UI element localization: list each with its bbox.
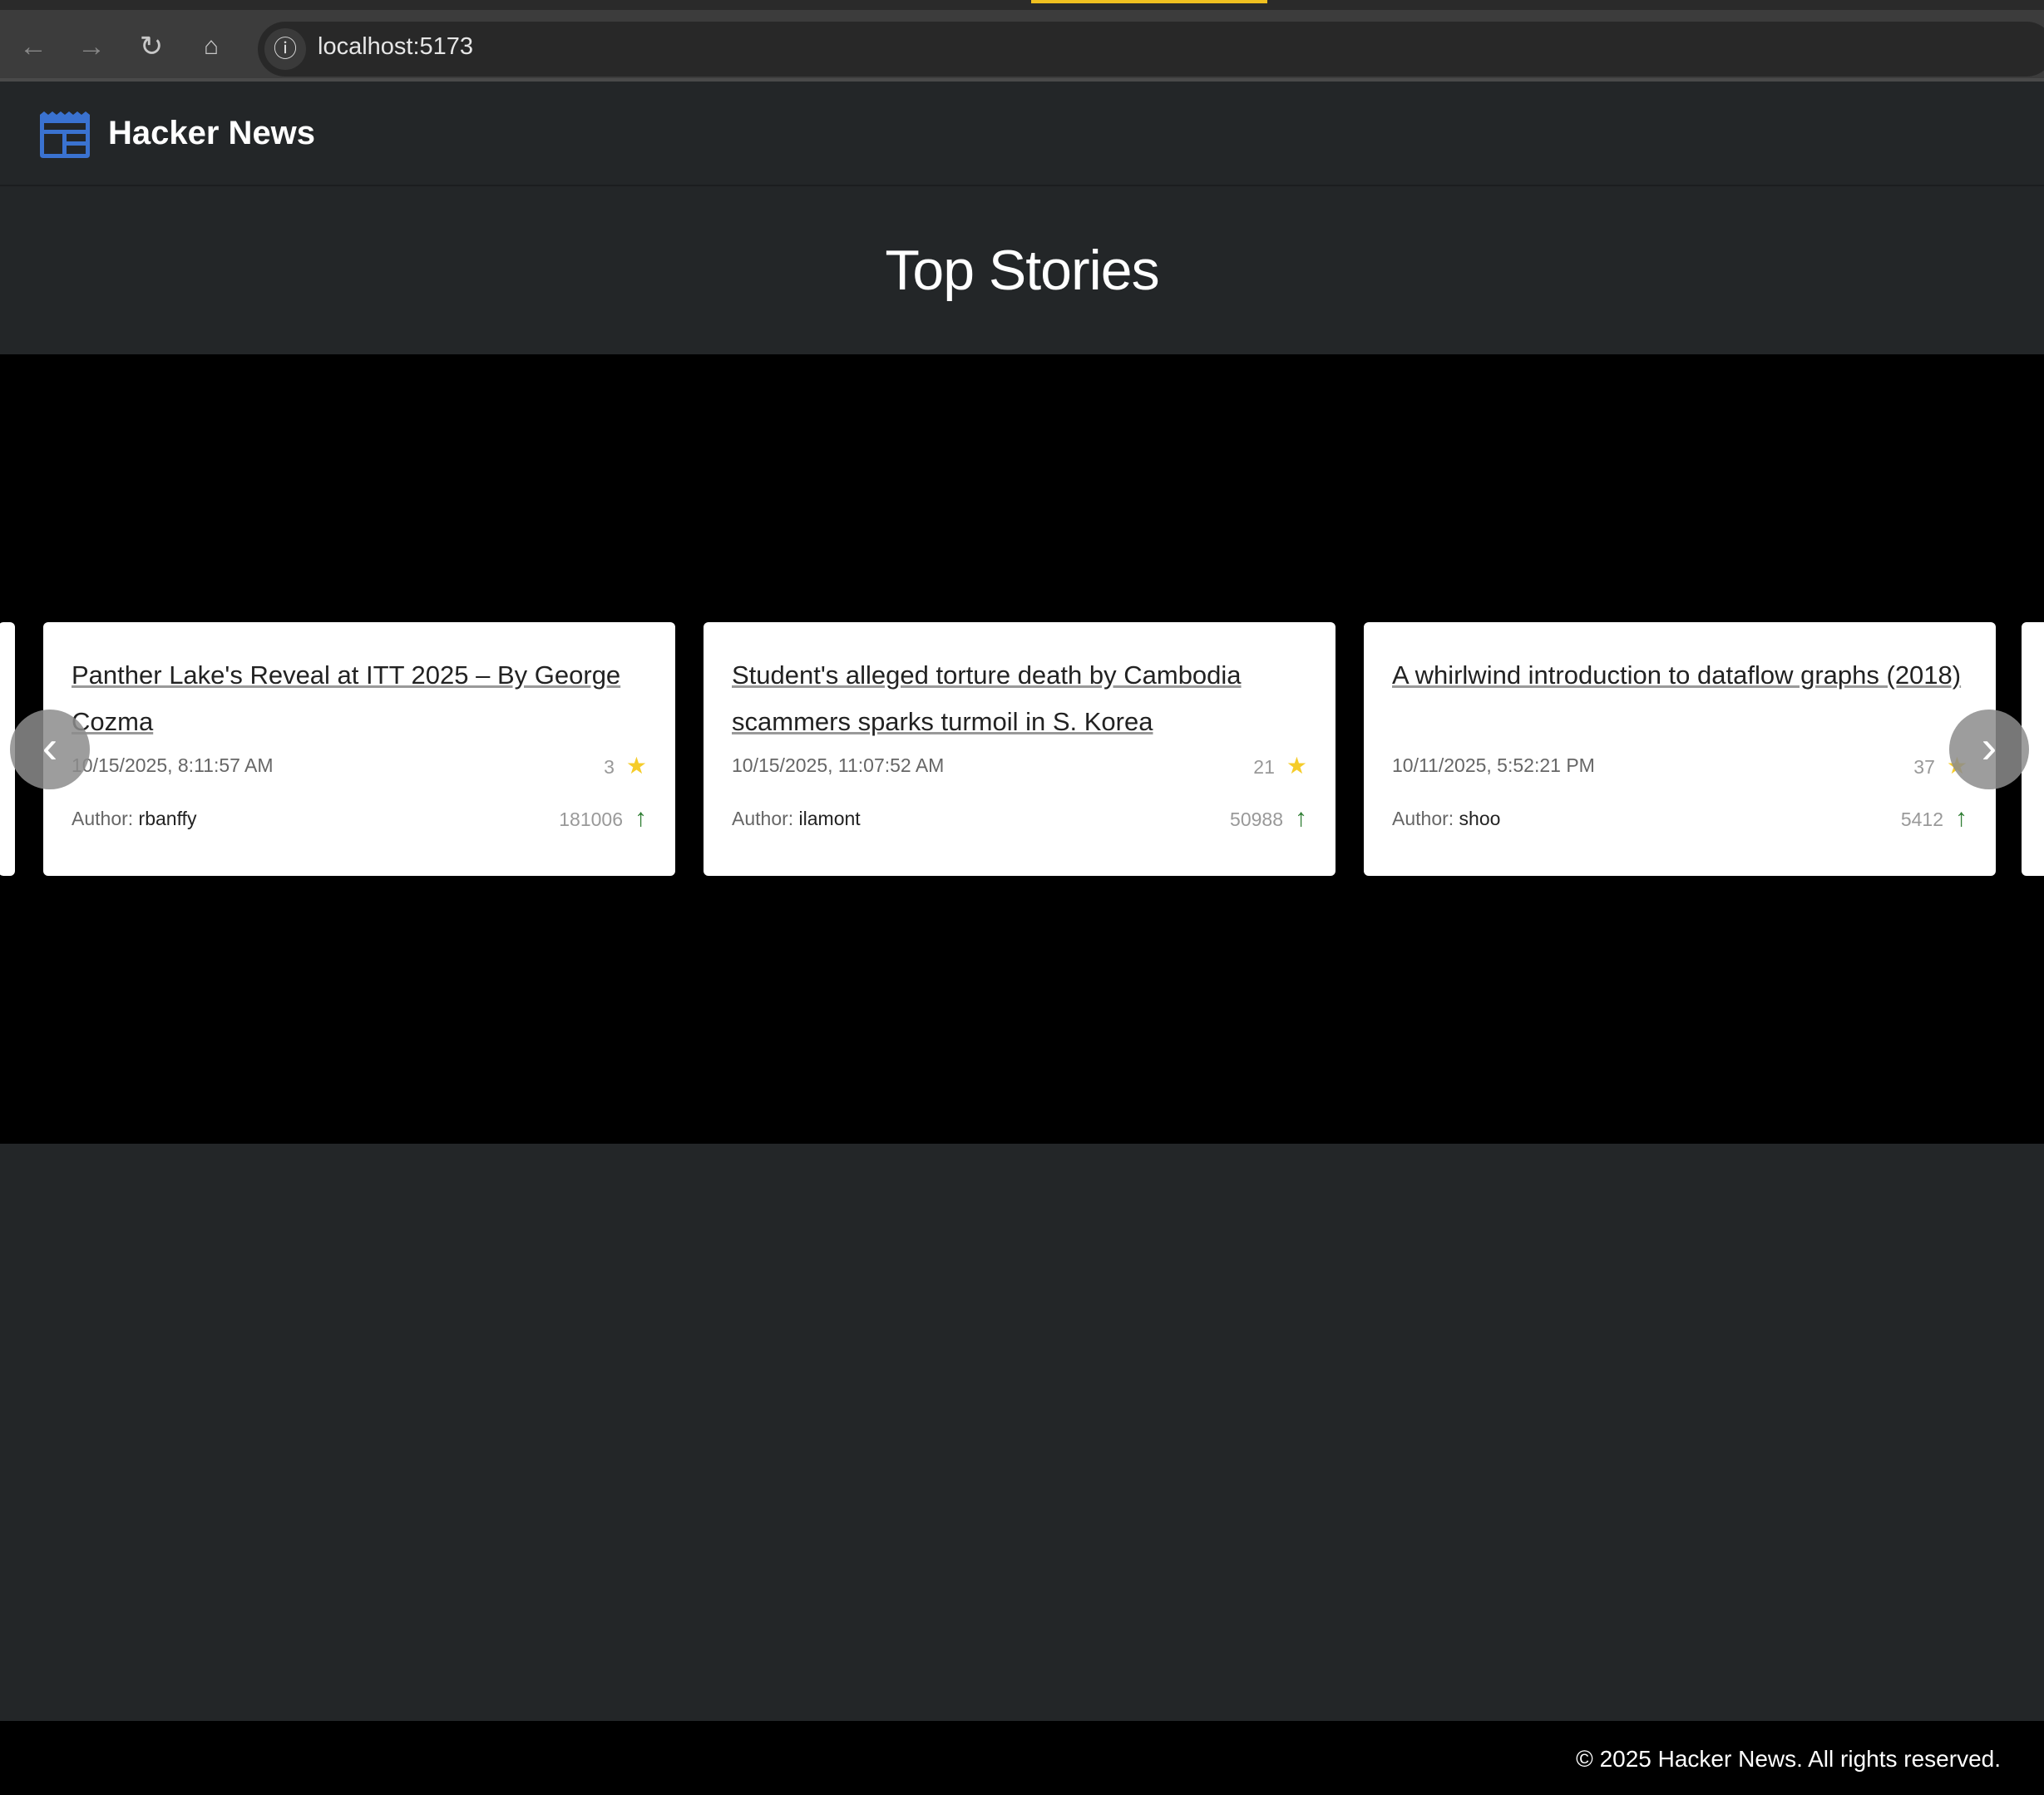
info-icon[interactable]: ⓘ [264,28,306,70]
loading-bar [1031,0,1267,3]
carousel-next-button[interactable]: › [1949,710,2029,789]
story-author: rbanffy [138,807,197,829]
story-author: ilamont [798,807,861,829]
page-heading-section: Top Stories [0,186,2044,354]
story-id: 50988 [1230,808,1283,830]
story-time: 10/15/2025, 11:07:52 AM [732,754,945,776]
story-card: Panther Lake's Reveal at ITT 2025 – By G… [43,622,675,876]
newspaper-icon [40,111,90,158]
story-title-link[interactable]: Student's alleged torture death by Cambo… [732,652,1307,745]
story-card: A whirlwind introduction to dataflow gra… [1364,622,1996,876]
story-title-link[interactable]: Panther Lake's Reveal at ITT 2025 – By G… [72,652,647,745]
app-header: Hacker News [0,78,2044,186]
footer: © 2025 Hacker News. All rights reserved. [0,1721,2044,1795]
back-icon[interactable]: ← [15,28,52,65]
app-title[interactable]: Hacker News [108,115,315,152]
story-id: 181006 [559,808,623,830]
story-score: 37 [1913,756,1935,778]
home-icon[interactable]: ⌂ [193,28,230,65]
author-label: Author: [72,807,134,829]
story-id: 5412 [1900,808,1943,830]
star-icon: ★ [1286,753,1307,779]
story-card: Student's alleged torture death by Cambo… [704,622,1336,876]
stories-carousel: Panther Lake's Reveal at ITT 2025 – By G… [0,354,2044,1144]
address-bar[interactable] [258,22,2044,77]
chevron-right-icon: › [1981,720,1997,773]
arrow-up-icon: ↑ [634,804,647,832]
story-time: 10/11/2025, 5:52:21 PM [1392,754,1595,776]
author-label: Author: [732,807,794,829]
page-title: Top Stories [885,239,1159,302]
reload-icon[interactable]: ↻ [133,28,170,65]
story-title-link[interactable]: A whirlwind introduction to dataflow gra… [1392,652,1967,745]
arrow-up-icon: ↑ [1955,804,1967,832]
browser-toolbar: ← → ↻ ⌂ ⓘ localhost:5173 [0,0,2044,78]
story-time: 10/15/2025, 8:11:57 AM [72,754,274,776]
footer-copyright: © 2025 Hacker News. All rights reserved. [1576,1746,2001,1772]
story-score: 3 [604,756,615,778]
story-score: 21 [1253,756,1275,778]
carousel-prev-button[interactable]: ‹ [10,710,90,789]
url-text[interactable]: localhost:5173 [318,33,473,61]
star-icon: ★ [625,753,647,779]
chevron-left-icon: ‹ [42,720,58,773]
arrow-up-icon: ↑ [1295,804,1307,832]
forward-icon[interactable]: → [73,28,110,65]
story-author: shoo [1459,807,1501,829]
author-label: Author: [1392,807,1454,829]
